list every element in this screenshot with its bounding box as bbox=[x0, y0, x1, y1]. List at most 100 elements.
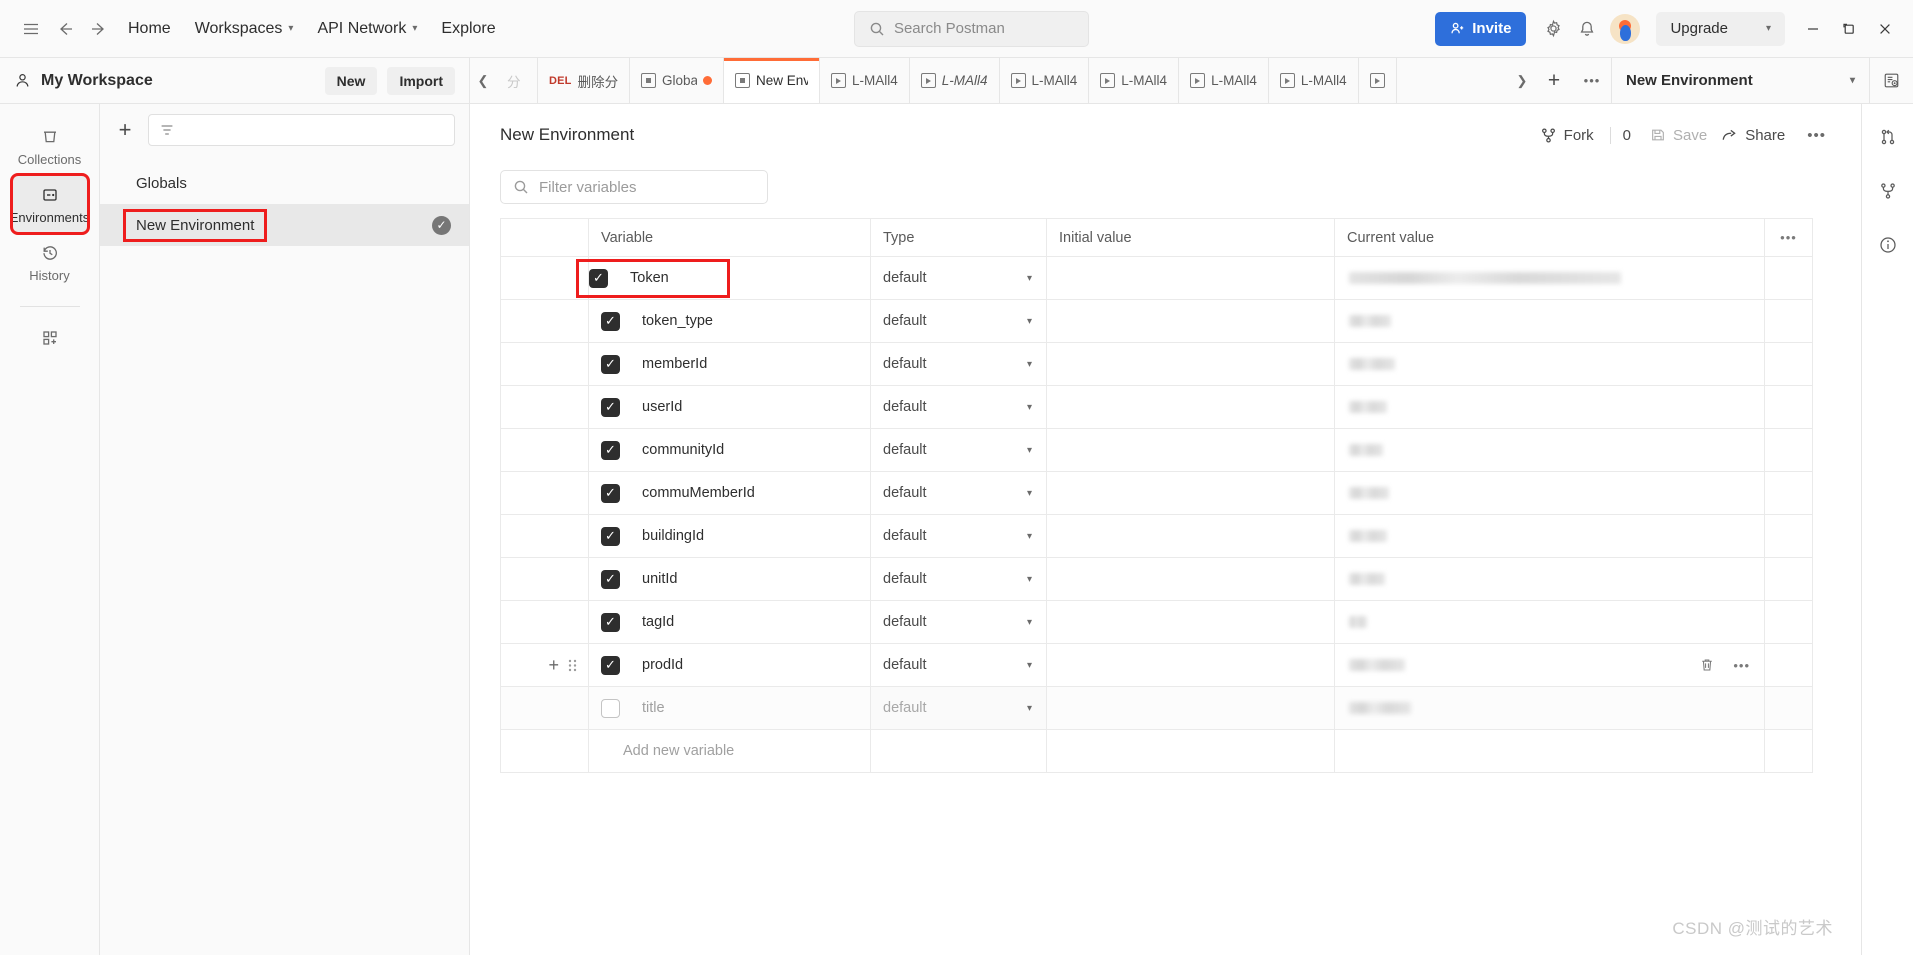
row-more-icon[interactable]: ••• bbox=[1733, 658, 1750, 673]
row-current-value-cell[interactable] bbox=[1334, 342, 1765, 386]
add-new-variable-cell[interactable]: Add new variable bbox=[588, 729, 871, 773]
variable-name[interactable]: token_type bbox=[620, 313, 713, 329]
tab-runner-6[interactable]: L-MAll4 bbox=[1268, 58, 1359, 103]
gear-icon[interactable] bbox=[1536, 12, 1570, 46]
import-button[interactable]: Import bbox=[387, 66, 455, 95]
row-checkbox[interactable]: ✓ bbox=[589, 268, 608, 288]
row-variable-cell[interactable]: ✓ commuMemberId bbox=[588, 471, 871, 515]
nav-explore[interactable]: Explore bbox=[429, 14, 507, 44]
invite-button[interactable]: Invite bbox=[1435, 11, 1527, 46]
tabs-scroll-right-icon[interactable]: ❯ bbox=[1509, 58, 1535, 103]
nav-home[interactable]: Home bbox=[116, 14, 183, 44]
row-variable-cell[interactable]: ✓title bbox=[588, 686, 871, 730]
table-row[interactable]: + ✓buildingId default ▾ bbox=[500, 514, 1813, 558]
row-checkbox[interactable]: ✓ bbox=[601, 655, 620, 675]
row-current-value-cell[interactable] bbox=[1334, 385, 1765, 429]
row-checkbox[interactable]: ✓ bbox=[601, 354, 620, 374]
th-more-icon[interactable]: ••• bbox=[1764, 218, 1813, 257]
row-type-cell[interactable]: default ▾ bbox=[870, 600, 1047, 644]
pull-request-icon[interactable] bbox=[1871, 120, 1905, 154]
row-initial-value-cell[interactable] bbox=[1046, 557, 1335, 601]
row-type-cell[interactable]: default ▾ bbox=[870, 428, 1047, 472]
fork-button[interactable]: Fork bbox=[1533, 122, 1601, 149]
row-initial-value-cell[interactable] bbox=[1046, 299, 1335, 343]
tab-runner-5[interactable]: L-MAll4 bbox=[1179, 58, 1269, 103]
row-variable-cell[interactable]: ✓ communityId bbox=[588, 428, 871, 472]
active-environment-check-icon[interactable]: ✓ bbox=[432, 215, 451, 235]
th-initial-value[interactable]: Initial value bbox=[1046, 218, 1335, 257]
addnew-initial-cell[interactable] bbox=[1046, 729, 1335, 773]
sidebar-item-environments[interactable]: Environments bbox=[9, 173, 90, 235]
maximize-icon[interactable] bbox=[1831, 12, 1867, 46]
minimize-icon[interactable] bbox=[1795, 12, 1831, 46]
nav-workspaces[interactable]: Workspaces ▾ bbox=[183, 14, 306, 44]
share-button[interactable]: Share bbox=[1714, 122, 1792, 149]
fork-icon[interactable] bbox=[1871, 174, 1905, 208]
hamburger-icon[interactable] bbox=[14, 12, 48, 46]
th-current-value[interactable]: Current value bbox=[1334, 218, 1765, 257]
close-icon[interactable] bbox=[1867, 12, 1903, 46]
save-button[interactable]: Save bbox=[1643, 122, 1714, 149]
environment-item-new-environment[interactable]: New Environment ✓ bbox=[100, 204, 469, 246]
variable-name[interactable]: userId bbox=[620, 399, 682, 415]
table-row[interactable]: + ✓ prodId default ▾ ••• bbox=[500, 643, 1813, 687]
row-current-value-cell[interactable] bbox=[1334, 514, 1765, 558]
tabs-scroll-left-icon[interactable]: ❮ bbox=[470, 58, 496, 103]
tabs-more-icon[interactable]: ••• bbox=[1573, 58, 1611, 103]
environments-filter-input[interactable] bbox=[148, 114, 455, 146]
addnew-type-cell[interactable] bbox=[870, 729, 1047, 773]
tab-runner-4[interactable]: L-MAll4 bbox=[1089, 58, 1180, 103]
row-initial-value-cell[interactable] bbox=[1046, 256, 1335, 300]
variable-name[interactable]: communityId bbox=[620, 442, 724, 458]
row-checkbox[interactable]: ✓ bbox=[601, 612, 620, 632]
table-row[interactable]: + ✓ Token bbox=[500, 256, 1813, 300]
variable-name[interactable]: title bbox=[620, 700, 665, 716]
tab-runner-3[interactable]: L-MAll4 bbox=[999, 58, 1090, 103]
row-current-value-cell[interactable] bbox=[1334, 600, 1765, 644]
table-row[interactable]: + ✓userId default ▾ bbox=[500, 385, 1813, 429]
row-checkbox[interactable]: ✓ bbox=[601, 440, 620, 460]
drag-handle-icon[interactable] bbox=[567, 658, 578, 673]
row-type-cell[interactable]: default ▾ bbox=[870, 342, 1047, 386]
row-initial-value-cell[interactable] bbox=[1046, 686, 1335, 730]
variable-name[interactable]: buildingId bbox=[620, 528, 704, 544]
create-environment-plus-icon[interactable]: + bbox=[110, 115, 140, 145]
eye-preview-icon[interactable] bbox=[1869, 58, 1913, 103]
row-variable-cell[interactable]: ✓ userId bbox=[588, 385, 871, 429]
row-initial-value-cell[interactable] bbox=[1046, 385, 1335, 429]
tab-new-environment[interactable]: New Environment bbox=[724, 58, 820, 103]
bell-icon[interactable] bbox=[1570, 12, 1604, 46]
table-row[interactable]: + ✓token_type default ▾ bbox=[500, 299, 1813, 343]
row-variable-cell[interactable]: ✓ prodId bbox=[588, 643, 871, 687]
arrow-right-icon[interactable] bbox=[82, 12, 116, 46]
variable-name[interactable]: memberId bbox=[620, 356, 707, 372]
info-icon[interactable] bbox=[1871, 228, 1905, 262]
sidebar-item-history[interactable]: History bbox=[13, 234, 87, 290]
row-initial-value-cell[interactable] bbox=[1046, 600, 1335, 644]
environment-item-globals[interactable]: Globals bbox=[100, 162, 469, 204]
row-variable-cell[interactable]: ✓ memberId bbox=[588, 342, 871, 386]
tab-runner-2[interactable]: L-MAll4 bbox=[909, 58, 1000, 103]
arrow-left-icon[interactable] bbox=[48, 12, 82, 46]
row-type-cell[interactable]: default ▾ bbox=[870, 385, 1047, 429]
search-input[interactable]: Search Postman bbox=[853, 10, 1089, 47]
row-variable-cell[interactable]: ✓ tagId bbox=[588, 600, 871, 644]
row-initial-value-cell[interactable] bbox=[1046, 471, 1335, 515]
add-blocks-icon[interactable] bbox=[13, 319, 87, 355]
nav-api-network[interactable]: API Network ▾ bbox=[305, 14, 429, 44]
row-checkbox[interactable]: ✓ bbox=[601, 569, 620, 589]
row-current-value-cell[interactable] bbox=[1334, 686, 1765, 730]
row-variable-cell[interactable]: ✓ buildingId bbox=[588, 514, 871, 558]
tab-runner-1[interactable]: L-MAll4 bbox=[820, 58, 910, 103]
table-row[interactable]: + ✓memberId default ▾ bbox=[500, 342, 1813, 386]
add-new-variable-row[interactable]: Add new variable bbox=[500, 729, 1813, 773]
tab-partial[interactable]: 分 bbox=[496, 58, 538, 103]
row-type-cell[interactable]: default ▾ bbox=[870, 643, 1047, 687]
tab-runner-7[interactable] bbox=[1358, 58, 1397, 103]
table-row[interactable]: + ✓communityId default ▾ bbox=[500, 428, 1813, 472]
row-initial-value-cell[interactable] bbox=[1046, 514, 1335, 558]
row-checkbox[interactable]: ✓ bbox=[601, 397, 620, 417]
sidebar-item-collections[interactable]: Collections bbox=[13, 118, 87, 174]
row-variable-cell[interactable]: ✓ Token bbox=[576, 256, 871, 300]
row-variable-cell[interactable]: ✓ token_type bbox=[588, 299, 871, 343]
